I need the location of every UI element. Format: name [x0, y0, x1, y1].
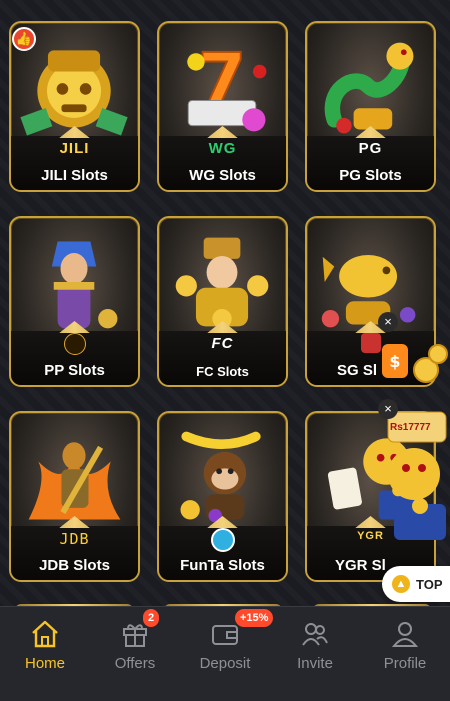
game-title: JDB Slots: [39, 557, 110, 574]
nav-deposit[interactable]: +15% Deposit: [180, 607, 274, 701]
game-tile-fc[interactable]: FC FC Slots: [157, 216, 288, 387]
nav-profile[interactable]: Profile: [360, 607, 450, 701]
nav-home[interactable]: Home: [0, 607, 90, 701]
lock-icon: ▲: [392, 575, 410, 593]
close-promo-coins-button[interactable]: ×: [378, 312, 398, 332]
nav-invite[interactable]: Invite: [270, 607, 360, 701]
top-label: TOP: [416, 576, 443, 592]
game-tile-jdb[interactable]: JDB JDB Slots: [9, 411, 140, 582]
brand-logo: JDB: [59, 530, 90, 548]
scroll-to-top-button[interactable]: ▲ TOP: [382, 566, 450, 602]
game-tile-funta[interactable]: FunTa Slots: [157, 411, 288, 582]
nav-label: Profile: [383, 655, 427, 672]
floating-promo-coins[interactable]: $: [376, 324, 450, 390]
nav-offers[interactable]: 2 Offers: [90, 607, 180, 701]
nav-label: Deposit: [199, 655, 251, 672]
tile-nameplate: PP Slots: [11, 331, 138, 385]
floating-promo-banner[interactable]: Rs17777: [380, 408, 450, 548]
wallet-icon: [212, 625, 238, 645]
game-title: JILI Slots: [41, 167, 108, 184]
svg-text:$: $: [389, 352, 400, 371]
tile-nameplate: FunTa Slots: [159, 526, 286, 580]
game-title: FunTa Slots: [180, 557, 265, 574]
thumbs-up-icon: 👍: [12, 27, 36, 51]
tile-nameplate: FC FC Slots: [159, 331, 286, 385]
brand-logo: JILI: [59, 140, 90, 157]
nav-label: Invite: [297, 655, 333, 672]
game-tile-wg[interactable]: 7 WG WG Slots: [157, 21, 288, 192]
brand-logo: FC: [211, 335, 234, 352]
game-grid: JILI JILI Slots 7 WG WG Slots PG PG Slot…: [9, 21, 441, 582]
close-promo-banner-button[interactable]: ×: [378, 399, 398, 419]
home-icon: [32, 620, 58, 648]
brand-logo: PG: [358, 140, 383, 157]
game-title: PG Slots: [339, 167, 402, 184]
person-icon: [391, 622, 419, 647]
tile-nameplate: JILI JILI Slots: [11, 136, 138, 190]
people-icon: [302, 623, 328, 646]
game-title: PP Slots: [44, 362, 105, 379]
tile-nameplate: JDB JDB Slots: [11, 526, 138, 580]
offers-count-badge: 2: [143, 609, 160, 627]
funta-logo-icon: [210, 528, 235, 552]
promo-amount-text: Rs17777: [390, 422, 431, 433]
game-title: WG Slots: [189, 167, 256, 184]
game-tile-pp[interactable]: PP Slots: [9, 216, 140, 387]
game-tile-pg[interactable]: PG PG Slots: [305, 21, 436, 192]
game-title: FC Slots: [196, 364, 249, 379]
deposit-bonus-badge: +15%: [235, 609, 274, 627]
bottom-nav: Home 2 Offers +15% Deposit Invite Profil…: [0, 606, 450, 701]
nav-label: Offers: [114, 655, 156, 672]
brand-logo: WG: [208, 140, 237, 157]
pp-logo-icon: [63, 333, 86, 355]
tile-nameplate: WG WG Slots: [159, 136, 286, 190]
tile-nameplate: PG PG Slots: [307, 136, 434, 190]
nav-label: Home: [24, 655, 65, 672]
